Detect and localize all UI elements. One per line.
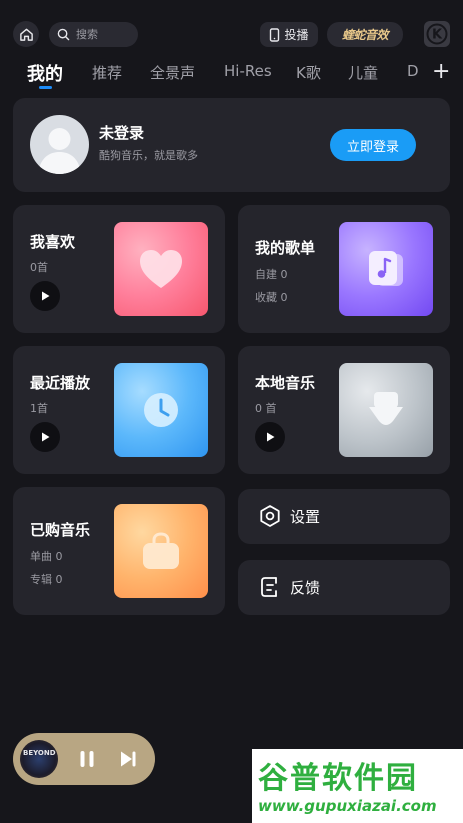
home-button[interactable]	[13, 21, 39, 47]
recent-art	[114, 363, 208, 457]
play-icon	[267, 432, 275, 442]
local-music-tile[interactable]: 本地音乐 0 首	[238, 346, 450, 474]
settings-label: 设置	[290, 508, 321, 526]
album-cover[interactable]: BEYOND	[20, 740, 58, 778]
mini-player[interactable]: BEYOND	[13, 733, 155, 785]
viper-sound-button[interactable]: 蝰蛇音效	[327, 22, 403, 47]
local-music-play-button[interactable]	[255, 422, 285, 452]
tab-mine[interactable]: 我的	[27, 60, 63, 86]
active-tab-indicator	[39, 86, 52, 89]
music-album-icon	[369, 251, 403, 286]
recent-title: 最近播放	[30, 374, 91, 392]
login-title: 未登录	[99, 124, 145, 142]
purchased-title: 已购音乐	[30, 521, 91, 539]
avatar[interactable]	[30, 115, 89, 174]
login-button[interactable]: 立即登录	[330, 129, 416, 161]
next-track-icon[interactable]	[116, 747, 140, 771]
playlists-collected: 收藏 0	[255, 291, 288, 304]
favorite-count: 0首	[30, 261, 48, 274]
phone-icon	[270, 27, 280, 42]
favorite-art	[114, 222, 208, 316]
purchased-singles: 单曲 0	[30, 550, 63, 563]
search-input[interactable]	[76, 28, 126, 41]
download-box-icon	[369, 392, 403, 425]
feedback-icon	[261, 577, 277, 597]
play-icon	[42, 291, 50, 301]
tab-bar: 我的 推荐 全景声 Hi-Res K歌 儿童 D +	[0, 58, 463, 92]
search-box[interactable]	[49, 22, 138, 47]
play-icon	[42, 432, 50, 442]
cast-button[interactable]: 投播	[260, 22, 318, 47]
viper-sound-label: 蝰蛇音效	[341, 28, 389, 42]
tab-karaoke[interactable]: K歌	[296, 62, 321, 83]
tab-more-truncated[interactable]: D	[407, 62, 419, 80]
playlists-title: 我的歌单	[255, 239, 316, 257]
heart-icon	[140, 250, 182, 288]
clock-icon	[144, 393, 178, 427]
home-icon	[19, 28, 33, 41]
tab-panoramic-sound[interactable]: 全景声	[150, 62, 195, 83]
login-subtitle: 酷狗音乐，就是歌多	[99, 149, 198, 162]
local-music-title: 本地音乐	[255, 374, 316, 392]
favorite-tile[interactable]: 我喜欢 0首	[13, 205, 225, 333]
shopping-bag-icon	[143, 532, 179, 569]
recent-play-button[interactable]	[30, 422, 60, 452]
tab-kids[interactable]: 儿童	[348, 62, 378, 83]
search-icon	[57, 28, 70, 41]
favorite-play-button[interactable]	[30, 281, 60, 311]
add-tab-button[interactable]: +	[432, 59, 450, 84]
settings-gear-icon	[260, 505, 280, 527]
settings-button[interactable]: 设置	[238, 489, 450, 544]
album-cover-text: BEYOND	[23, 749, 56, 757]
feedback-label: 反馈	[290, 579, 321, 597]
tab-hires[interactable]: Hi-Res	[224, 62, 272, 80]
playlists-created: 自建 0	[255, 268, 288, 281]
playlists-art	[339, 222, 433, 316]
playlists-tile[interactable]: 我的歌单 自建 0 收藏 0	[238, 205, 450, 333]
watermark-url: www.gupuxiazai.com	[258, 797, 437, 815]
default-avatar-icon	[38, 128, 81, 174]
cast-label: 投播	[284, 28, 309, 42]
purchased-art	[114, 504, 208, 598]
recent-count: 1首	[30, 402, 48, 415]
purchased-albums: 专辑 0	[30, 573, 63, 586]
k-logo-icon: K	[426, 23, 448, 45]
favorite-title: 我喜欢	[30, 233, 76, 251]
purchased-tile[interactable]: 已购音乐 单曲 0 专辑 0	[13, 487, 225, 615]
local-music-count: 0 首	[255, 402, 277, 415]
local-music-art	[339, 363, 433, 457]
watermark-title: 谷普软件园	[258, 761, 418, 796]
pause-icon[interactable]	[75, 747, 99, 771]
recent-tile[interactable]: 最近播放 1首	[13, 346, 225, 474]
tab-recommend[interactable]: 推荐	[92, 62, 122, 83]
kugou-logo-button[interactable]: K	[424, 21, 450, 47]
login-card[interactable]: 未登录 酷狗音乐，就是歌多 立即登录	[13, 98, 450, 192]
feedback-button[interactable]: 反馈	[238, 560, 450, 615]
watermark: 谷普软件园 www.gupuxiazai.com	[252, 749, 463, 823]
svg-text:K: K	[432, 28, 443, 43]
